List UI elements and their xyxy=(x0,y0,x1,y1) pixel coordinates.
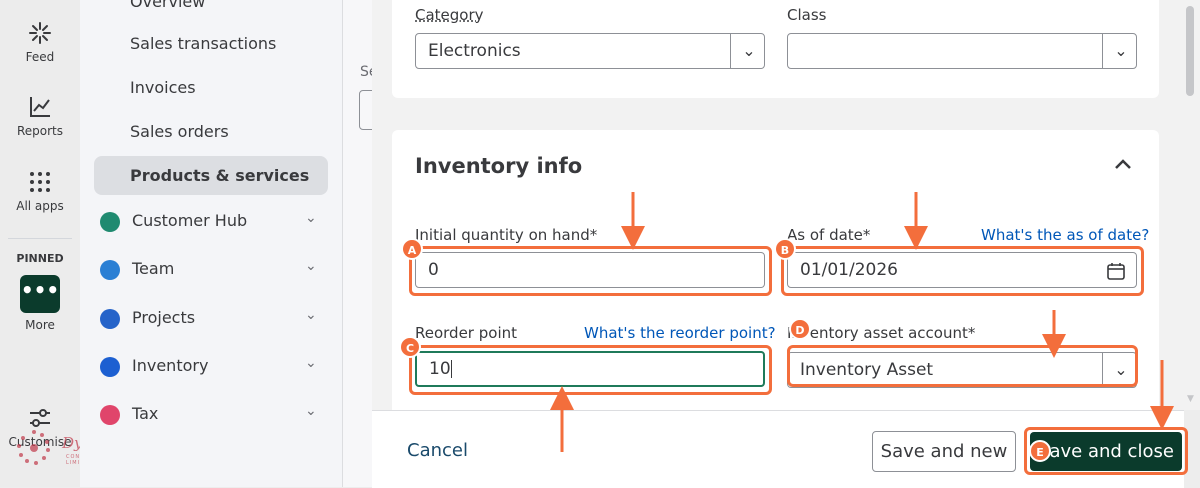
annotation-arrows xyxy=(550,192,1174,452)
